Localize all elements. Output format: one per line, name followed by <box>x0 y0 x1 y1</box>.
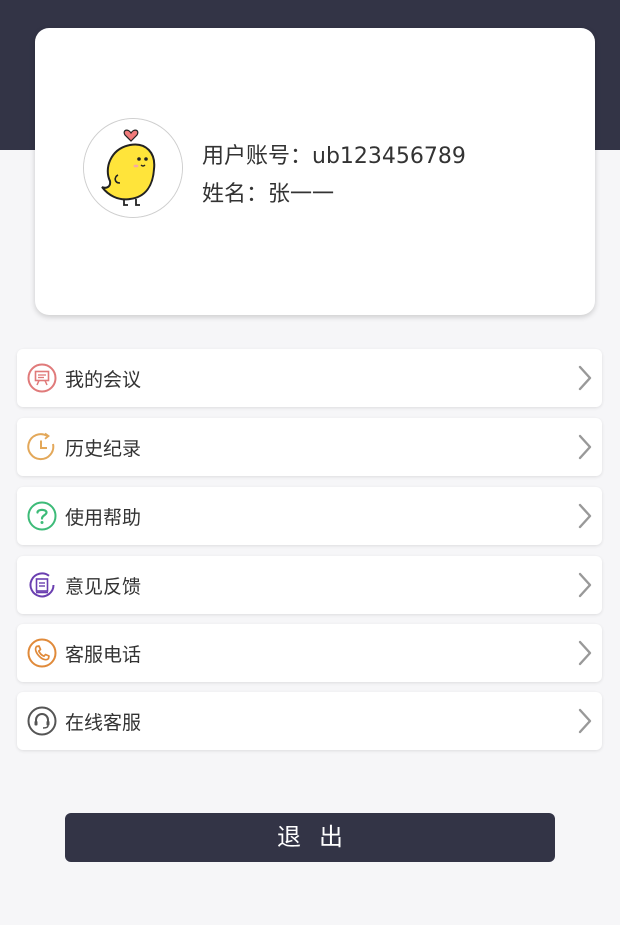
headset-icon <box>27 706 57 736</box>
chevron-right-icon <box>576 502 594 530</box>
account-value: ub123456789 <box>312 144 466 169</box>
logout-button[interactable]: 退出 <box>65 813 555 862</box>
avatar[interactable] <box>83 118 183 218</box>
meeting-icon <box>27 363 57 393</box>
menu-item-help[interactable]: 使用帮助 <box>17 487 602 545</box>
chevron-right-icon <box>576 639 594 667</box>
account-info: 用户账号：ub123456789 <box>202 138 466 170</box>
menu-item-label: 我的会议 <box>65 369 142 391</box>
help-icon <box>27 501 57 531</box>
chevron-right-icon <box>576 364 594 392</box>
name-value: 张一一 <box>268 182 335 207</box>
menu-item-history[interactable]: 历史纪录 <box>17 418 602 476</box>
menu-item-service-phone[interactable]: 客服电话 <box>17 624 602 682</box>
menu-item-feedback[interactable]: 意见反馈 <box>17 556 602 614</box>
chick-avatar-icon <box>84 119 182 217</box>
phone-icon <box>27 638 57 668</box>
menu-item-label: 意见反馈 <box>65 576 142 598</box>
menu-item-label: 客服电话 <box>65 644 142 666</box>
history-icon <box>27 432 57 462</box>
name-info: 姓名：张一一 <box>202 176 334 208</box>
name-label: 姓名： <box>202 182 269 207</box>
menu-item-label: 历史纪录 <box>65 438 142 460</box>
menu-item-label: 在线客服 <box>65 712 142 734</box>
chevron-right-icon <box>576 571 594 599</box>
feedback-icon <box>27 570 57 600</box>
menu-item-my-meetings[interactable]: 我的会议 <box>17 349 602 407</box>
profile-card: 用户账号：ub123456789 姓名：张一一 <box>35 28 595 315</box>
menu-item-label: 使用帮助 <box>65 507 142 529</box>
chevron-right-icon <box>576 433 594 461</box>
chevron-right-icon <box>576 707 594 735</box>
account-label: 用户账号： <box>202 144 313 169</box>
menu-item-online-service[interactable]: 在线客服 <box>17 692 602 750</box>
